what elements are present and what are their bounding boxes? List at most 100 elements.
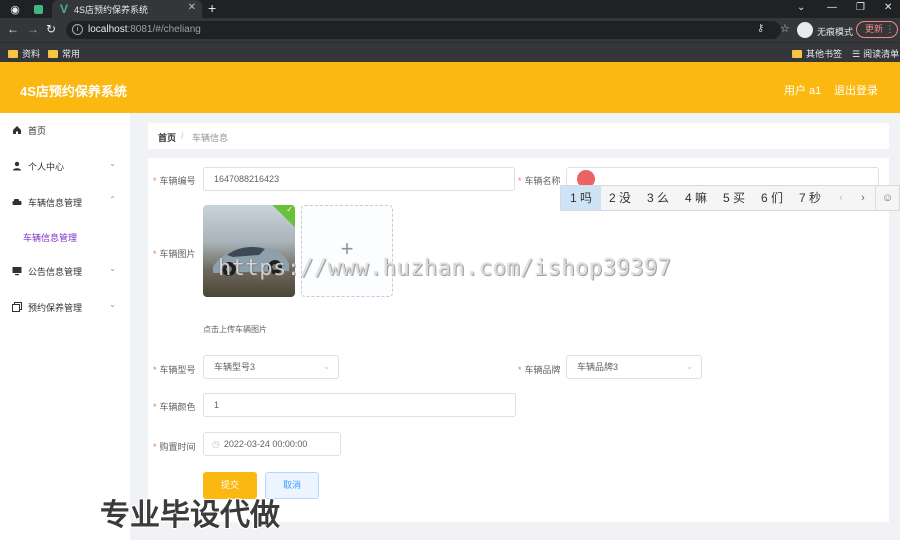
ime-next-icon[interactable]: ›: [853, 186, 873, 210]
breadcrumb-current: 车辆信息: [192, 133, 229, 143]
brand-select[interactable]: 车辆品牌3 ⌄: [566, 355, 702, 379]
bookmark-folder[interactable]: 常用: [48, 47, 80, 60]
ime-candidate[interactable]: 6 们: [753, 186, 791, 210]
reading-list-icon: ☰: [852, 49, 861, 59]
car-icon: [12, 199, 22, 205]
model-select[interactable]: 车辆型号3 ⌄: [203, 355, 339, 379]
vehicle-name-label: * 车辆名称: [518, 176, 561, 186]
submenu-item-label: 车辆信息管理: [23, 233, 78, 243]
sidebar-item-personal-center[interactable]: 个人中心 ⌄: [0, 149, 130, 185]
sidebar-item-label: 预约保养管理: [28, 303, 83, 313]
folder-icon: [792, 50, 802, 58]
chevron-down-icon: ⌄: [323, 362, 330, 371]
bookmarks-bar: 资料 常用 其他书签 ☰ 阅读清单: [0, 42, 900, 62]
logout-link[interactable]: 退出登录: [834, 82, 878, 98]
window-close-icon[interactable]: ✕: [884, 2, 892, 13]
ime-candidate-bar: 1 吗 2 没 3 么 4 嘛 5 买 6 们 7 秒 ‹ › ☺: [560, 185, 900, 211]
model-label: * 车辆型号: [153, 365, 196, 375]
sidebar-item-label: 车辆信息管理: [28, 198, 83, 208]
color-input[interactable]: 1: [203, 393, 516, 417]
ime-candidate[interactable]: 7 秒: [791, 186, 829, 210]
close-tab-icon[interactable]: ✕: [188, 2, 196, 13]
vehicle-form: * 车辆编号 1647088216423 * 车辆名称 * 车辆图片 ✓ + 点击上传…: [148, 158, 889, 522]
bookmark-folder[interactable]: 其他书签: [792, 47, 842, 60]
sidebar-item-maintenance-booking[interactable]: 预约保养管理 ⌄: [0, 290, 130, 326]
incognito-label: 无痕模式: [817, 27, 854, 37]
chevron-down-icon: ⌄: [109, 300, 116, 309]
back-icon[interactable]: ←: [7, 22, 19, 36]
sidebar-item-label: 个人中心: [28, 162, 65, 172]
app-header: 4S店预约保养系统 用户 a1 退出登录: [0, 62, 900, 113]
promo-text: 专业毕设代做: [100, 499, 280, 532]
check-icon: ✓: [286, 205, 293, 214]
sidebar-item-label: 首页: [28, 126, 47, 136]
sidebar: 首页 个人中心 ⌄ 车辆信息管理 ⌃ 车辆信息管理 公告信息管理 ⌄ 预约保养管…: [0, 113, 130, 540]
image-upload-button[interactable]: +: [301, 205, 393, 297]
tab-title: 4S店预约保养系统: [74, 5, 149, 15]
current-user: 用户 a1: [784, 85, 822, 97]
sidebar-item-label: 公告信息管理: [28, 267, 83, 277]
vehicle-image-label: * 车辆图片: [153, 249, 196, 259]
browser-tab-bar: ◉ V 4S店预约保养系统 ✕ + ⌄ — ❐ ✕: [0, 0, 900, 18]
emoji-icon[interactable]: ☺: [875, 186, 899, 210]
chevron-down-icon[interactable]: ⌄: [797, 2, 805, 13]
submenu-item-vehicle-info[interactable]: 车辆信息管理: [0, 228, 130, 246]
restore-icon[interactable]: ❐: [856, 2, 865, 13]
ime-candidate[interactable]: 3 么: [639, 186, 677, 210]
vehicle-no-label: * 车辆编号: [153, 176, 196, 186]
ime-candidate[interactable]: 5 买: [715, 186, 753, 210]
site-info-icon[interactable]: i: [72, 24, 83, 35]
chevron-up-icon: ⌃: [109, 195, 116, 204]
vehicle-image-thumbnail[interactable]: ✓: [203, 205, 295, 297]
brand-select-value: 车辆品牌3: [577, 362, 619, 372]
ime-candidate[interactable]: 1 吗: [561, 186, 601, 210]
minimize-icon[interactable]: —: [827, 2, 837, 13]
globe-icon[interactable]: ◉: [8, 2, 22, 16]
sidebar-item-home[interactable]: 首页: [0, 113, 130, 149]
purchase-time-label: * 购置时间: [153, 442, 196, 452]
watermark-text: https://www.huzhan.com/ishop39397: [218, 256, 672, 281]
url-bar[interactable]: i localhost:8081/#/cheliang: [66, 21, 781, 39]
monitor-icon: [12, 267, 22, 276]
ime-candidate[interactable]: 4 嘛: [677, 186, 715, 210]
active-tab[interactable]: V 4S店预约保养系统 ✕: [52, 0, 202, 18]
url-text: localhost:8081/#/cheliang: [88, 24, 201, 35]
incognito-icon[interactable]: [797, 22, 813, 38]
reload-icon[interactable]: ↻: [46, 22, 56, 36]
key-icon[interactable]: ⚷: [757, 23, 764, 34]
brand-label: * 车辆品牌: [518, 365, 561, 375]
color-label: * 车辆颜色: [153, 402, 196, 412]
user-icon: [13, 161, 21, 171]
star-icon[interactable]: ☆: [780, 22, 790, 35]
copy-icon: [12, 302, 22, 312]
clock-icon: ◷: [212, 439, 220, 449]
forward-icon[interactable]: →: [27, 22, 39, 36]
reading-list[interactable]: ☰ 阅读清单: [852, 47, 899, 60]
purchase-time-picker[interactable]: ◷ 2022-03-24 00:00:00: [203, 432, 341, 456]
chevron-down-icon: ⌄: [686, 362, 693, 371]
update-button[interactable]: 更新 ⋮: [856, 21, 898, 38]
sidebar-item-vehicle-management[interactable]: 车辆信息管理 ⌃: [0, 185, 130, 221]
sidebar-item-notice-management[interactable]: 公告信息管理 ⌄: [0, 254, 130, 290]
ime-prev-icon[interactable]: ‹: [831, 186, 851, 210]
upload-tip: 点击上传车辆图片: [203, 325, 267, 334]
folder-icon: [48, 50, 58, 58]
bookmark-folder[interactable]: 资料: [8, 47, 40, 60]
purchase-time-value: 2022-03-24 00:00:00: [223, 439, 308, 449]
model-select-value: 车辆型号3: [214, 362, 256, 372]
app-title: 4S店预约保养系统: [20, 84, 127, 99]
home-icon: [13, 126, 21, 134]
chevron-down-icon: ⌄: [109, 264, 116, 273]
chevron-down-icon: ⌄: [109, 159, 116, 168]
vehicle-no-input[interactable]: 1647088216423: [203, 167, 515, 191]
breadcrumb: 首页 / 车辆信息: [148, 123, 889, 149]
vue-logo-icon: V: [60, 2, 69, 16]
new-tab-icon[interactable]: +: [208, 0, 216, 16]
ime-candidate[interactable]: 2 没: [601, 186, 639, 210]
app-tab-icon[interactable]: [31, 2, 45, 16]
car-photo: [213, 246, 289, 276]
address-toolbar: ← → ↻ i localhost:8081/#/cheliang ⚷ ☆ 无痕…: [0, 18, 900, 42]
folder-icon: [8, 50, 18, 58]
breadcrumb-separator: /: [181, 131, 184, 141]
breadcrumb-home[interactable]: 首页: [158, 131, 176, 144]
